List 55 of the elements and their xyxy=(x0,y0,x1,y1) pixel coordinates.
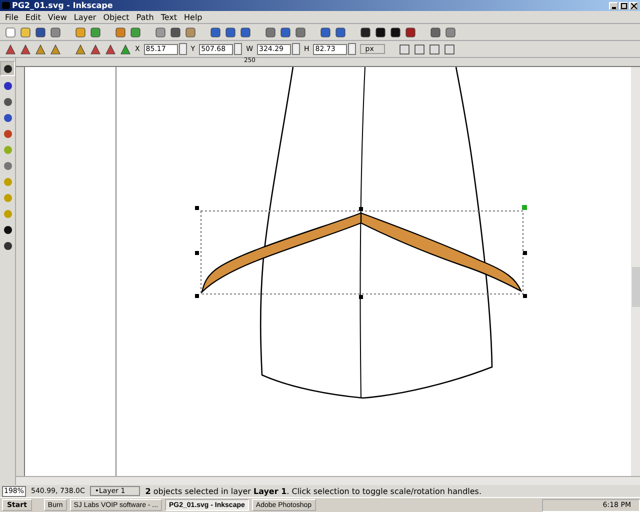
toolbar-icon[interactable] xyxy=(35,44,46,54)
maximize-button[interactable] xyxy=(619,2,628,10)
toolbar-icon[interactable] xyxy=(405,26,416,38)
minimize-button[interactable] xyxy=(609,2,618,10)
spin-buttons[interactable] xyxy=(348,43,356,55)
maximize-icon xyxy=(620,2,626,8)
toolbar-icon[interactable] xyxy=(320,26,331,38)
status-message: 2 objects selected in layer Layer 1. Click selection to toggle scale/rotation handles. xyxy=(145,486,482,496)
toolbar-icon[interactable] xyxy=(430,26,441,38)
tool-button[interactable] xyxy=(1,79,14,92)
menu-item[interactable]: Help xyxy=(184,12,202,22)
toolbar-icon[interactable] xyxy=(20,44,31,54)
menu-item[interactable]: Object xyxy=(103,12,130,22)
menu-item[interactable]: Edit xyxy=(25,12,41,22)
selection-handle[interactable] xyxy=(523,294,527,298)
spin-buttons[interactable] xyxy=(234,43,242,55)
app-icon xyxy=(2,2,10,9)
window-title: PG2_01.svg - Inkscape xyxy=(12,1,114,10)
selection-handle[interactable] xyxy=(195,206,199,210)
toolbar-icon[interactable] xyxy=(35,26,46,38)
menu-item[interactable]: Text xyxy=(160,12,178,22)
toolbar-icon[interactable] xyxy=(170,26,181,38)
toolbar-icon[interactable] xyxy=(120,44,131,54)
spin-buttons[interactable] xyxy=(178,43,187,55)
spin-buttons[interactable] xyxy=(292,43,300,55)
menu-item[interactable]: Layer xyxy=(74,12,96,22)
tool-button[interactable] xyxy=(1,239,14,252)
toolbar-icon[interactable] xyxy=(240,26,251,38)
toolbar-icon[interactable] xyxy=(5,44,16,54)
vertical-scrollbar[interactable] xyxy=(631,67,640,476)
toolbar-icon[interactable] xyxy=(360,26,371,38)
toolbar-icon[interactable] xyxy=(90,44,101,54)
toolbar-icon[interactable] xyxy=(75,44,86,54)
selection-handle[interactable] xyxy=(195,251,199,255)
toolbar-icon[interactable] xyxy=(375,26,386,38)
menu-item[interactable]: View xyxy=(48,12,67,22)
selection-handle[interactable] xyxy=(523,251,527,255)
toolbar-icon[interactable] xyxy=(390,26,401,38)
menu-item[interactable]: File xyxy=(5,12,18,22)
toolbar-icon[interactable] xyxy=(210,26,221,38)
toolbar-icon[interactable] xyxy=(225,26,236,38)
toolbar-icon[interactable] xyxy=(335,26,346,38)
tool-button[interactable] xyxy=(1,223,14,236)
toolbar-icon[interactable] xyxy=(280,26,291,38)
menu-item[interactable]: Path xyxy=(136,12,154,22)
selection-handle[interactable] xyxy=(359,207,363,211)
close-button[interactable] xyxy=(629,2,638,10)
close-icon xyxy=(630,2,636,8)
selection-handle[interactable] xyxy=(359,295,363,299)
toolbar-icon[interactable] xyxy=(105,44,116,54)
tool-button[interactable] xyxy=(0,61,15,76)
toolbar-icon[interactable] xyxy=(50,44,61,54)
selection-handle[interactable] xyxy=(522,205,527,210)
selection-handle[interactable] xyxy=(195,294,199,298)
horizontal-scrollbar[interactable] xyxy=(16,476,640,485)
